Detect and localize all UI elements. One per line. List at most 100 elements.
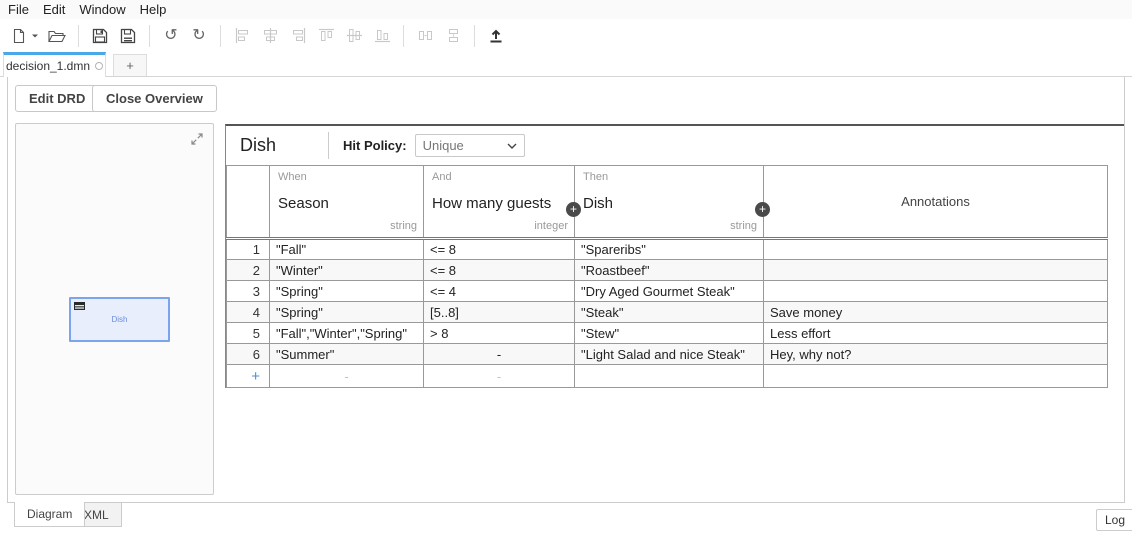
cell-dish[interactable]: "Roastbeef" [575, 260, 764, 281]
rule-number[interactable]: 1 [227, 239, 270, 260]
table-row: 2 "Winter" <= 8 "Roastbeef" [227, 260, 1108, 281]
cell-annotation[interactable] [764, 281, 1108, 302]
rule-number[interactable]: 5 [227, 323, 270, 344]
cell-guests[interactable]: [5..8] [424, 302, 575, 323]
align-left-icon[interactable] [231, 24, 253, 48]
column-name: Dish [575, 186, 763, 220]
align-bottom-icon[interactable] [371, 24, 393, 48]
tab-decision-1-dmn[interactable]: decision_1.dmn [3, 52, 106, 77]
cell-guests[interactable]: <= 4 [424, 281, 575, 302]
edit-drd-button[interactable]: Edit DRD [15, 85, 99, 112]
add-rule-row: + - - [227, 365, 1108, 388]
unsaved-indicator-icon [95, 62, 103, 70]
input-column-season[interactable]: When Season string [270, 166, 424, 239]
output-column-dish[interactable]: Then Dish string [575, 166, 764, 239]
menu-file[interactable]: File [8, 2, 29, 17]
cell-dish[interactable]: "Stew" [575, 323, 764, 344]
cell-guests[interactable]: <= 8 [424, 260, 575, 281]
cell-annotation[interactable]: Save money [764, 302, 1108, 323]
rule-number[interactable]: 2 [227, 260, 270, 281]
menu-bar: File Edit Window Help [0, 0, 1132, 19]
cell-dish[interactable]: "Steak" [575, 302, 764, 323]
save-as-icon[interactable] [117, 24, 139, 48]
rule-number-column-header [227, 166, 270, 239]
align-middle-icon[interactable] [343, 24, 365, 48]
toolbar: ↺ ↻ [0, 19, 1132, 52]
table-row: 5 "Fall","Winter","Spring" > 8 "Stew" Le… [227, 323, 1108, 344]
toolbar-separator [149, 25, 150, 47]
new-file-caret-icon[interactable] [30, 24, 40, 48]
undo-icon[interactable]: ↺ [160, 24, 182, 48]
cell-guests[interactable]: <= 8 [424, 239, 575, 260]
tab-diagram[interactable]: Diagram [14, 502, 85, 527]
toolbar-separator [474, 25, 475, 47]
cell-dish[interactable]: "Light Salad and nice Steak" [575, 344, 764, 365]
cell-guests[interactable]: - [424, 344, 575, 365]
menu-help[interactable]: Help [140, 2, 167, 17]
hit-policy-value: Unique [423, 138, 464, 153]
cell-season[interactable]: "Summer" [270, 344, 424, 365]
cell-annotation[interactable]: Hey, why not? [764, 344, 1108, 365]
rule-number[interactable]: 4 [227, 302, 270, 323]
add-rule-button[interactable]: + [227, 365, 270, 388]
menu-window[interactable]: Window [79, 2, 125, 17]
log-button[interactable]: Log [1096, 509, 1132, 531]
save-icon[interactable] [89, 24, 111, 48]
close-overview-button[interactable]: Close Overview [92, 85, 217, 112]
cell-season[interactable]: "Fall" [270, 239, 424, 260]
hit-policy-select[interactable]: Unique [415, 134, 525, 157]
cell-guests[interactable]: > 8 [424, 323, 575, 344]
add-rule-placeholder[interactable] [764, 365, 1108, 388]
rule-keyword: And [424, 166, 574, 186]
decision-table: When Season string And How many guests i… [226, 165, 1108, 388]
toolbar-separator [220, 25, 221, 47]
distribute-horizontal-icon[interactable] [414, 24, 436, 48]
cell-season[interactable]: "Spring" [270, 281, 424, 302]
cell-season[interactable]: "Spring" [270, 302, 424, 323]
annotations-column-header[interactable]: Annotations [764, 166, 1108, 239]
new-tab-label: + [126, 58, 134, 73]
column-type: string [270, 220, 423, 237]
add-output-column-button[interactable]: + [755, 202, 770, 217]
cell-annotation[interactable] [764, 239, 1108, 260]
annotations-label: Annotations [764, 166, 1107, 237]
cell-annotation[interactable]: Less effort [764, 323, 1108, 344]
add-rule-placeholder[interactable]: - [270, 365, 424, 388]
hit-policy-label: Hit Policy: [343, 138, 407, 153]
input-column-guests[interactable]: And How many guests integer [424, 166, 575, 239]
distribute-vertical-icon[interactable] [442, 24, 464, 48]
cell-dish[interactable]: "Spareribs" [575, 239, 764, 260]
new-file-icon[interactable] [8, 24, 30, 48]
dish-decision-node[interactable]: Dish [69, 297, 170, 342]
table-row: 1 "Fall" <= 8 "Spareribs" [227, 239, 1108, 260]
decision-table-name[interactable]: Dish [240, 135, 276, 156]
cell-season[interactable]: "Fall","Winter","Spring" [270, 323, 424, 344]
decision-table-header: Dish Hit Policy: Unique [226, 126, 1124, 165]
table-row: 3 "Spring" <= 4 "Dry Aged Gourmet Steak" [227, 281, 1108, 302]
drd-preview-panel: Dish [15, 123, 214, 495]
add-input-column-button[interactable]: + [566, 202, 581, 217]
open-icon[interactable] [46, 24, 68, 48]
rule-keyword: Then [575, 166, 763, 186]
column-type: integer [424, 220, 574, 237]
align-right-icon[interactable] [287, 24, 309, 48]
menu-edit[interactable]: Edit [43, 2, 65, 17]
overview-region: Edit DRD Close Overview Dish Dish Hit Po… [7, 77, 1125, 503]
rule-number[interactable]: 6 [227, 344, 270, 365]
redo-icon[interactable]: ↻ [188, 24, 210, 48]
expand-icon[interactable] [190, 132, 204, 146]
rule-keyword: When [270, 166, 423, 186]
align-vcenter-icon[interactable] [259, 24, 281, 48]
cell-season[interactable]: "Winter" [270, 260, 424, 281]
cell-annotation[interactable] [764, 260, 1108, 281]
column-name: Season [270, 186, 423, 220]
rule-number[interactable]: 3 [227, 281, 270, 302]
new-tab-button[interactable]: + [113, 54, 147, 76]
toolbar-separator [78, 25, 79, 47]
align-top-icon[interactable] [315, 24, 337, 48]
export-icon[interactable] [485, 24, 507, 48]
cell-dish[interactable]: "Dry Aged Gourmet Steak" [575, 281, 764, 302]
add-rule-placeholder[interactable]: - [424, 365, 575, 388]
add-rule-placeholder[interactable] [575, 365, 764, 388]
decision-table-icon [74, 302, 85, 310]
